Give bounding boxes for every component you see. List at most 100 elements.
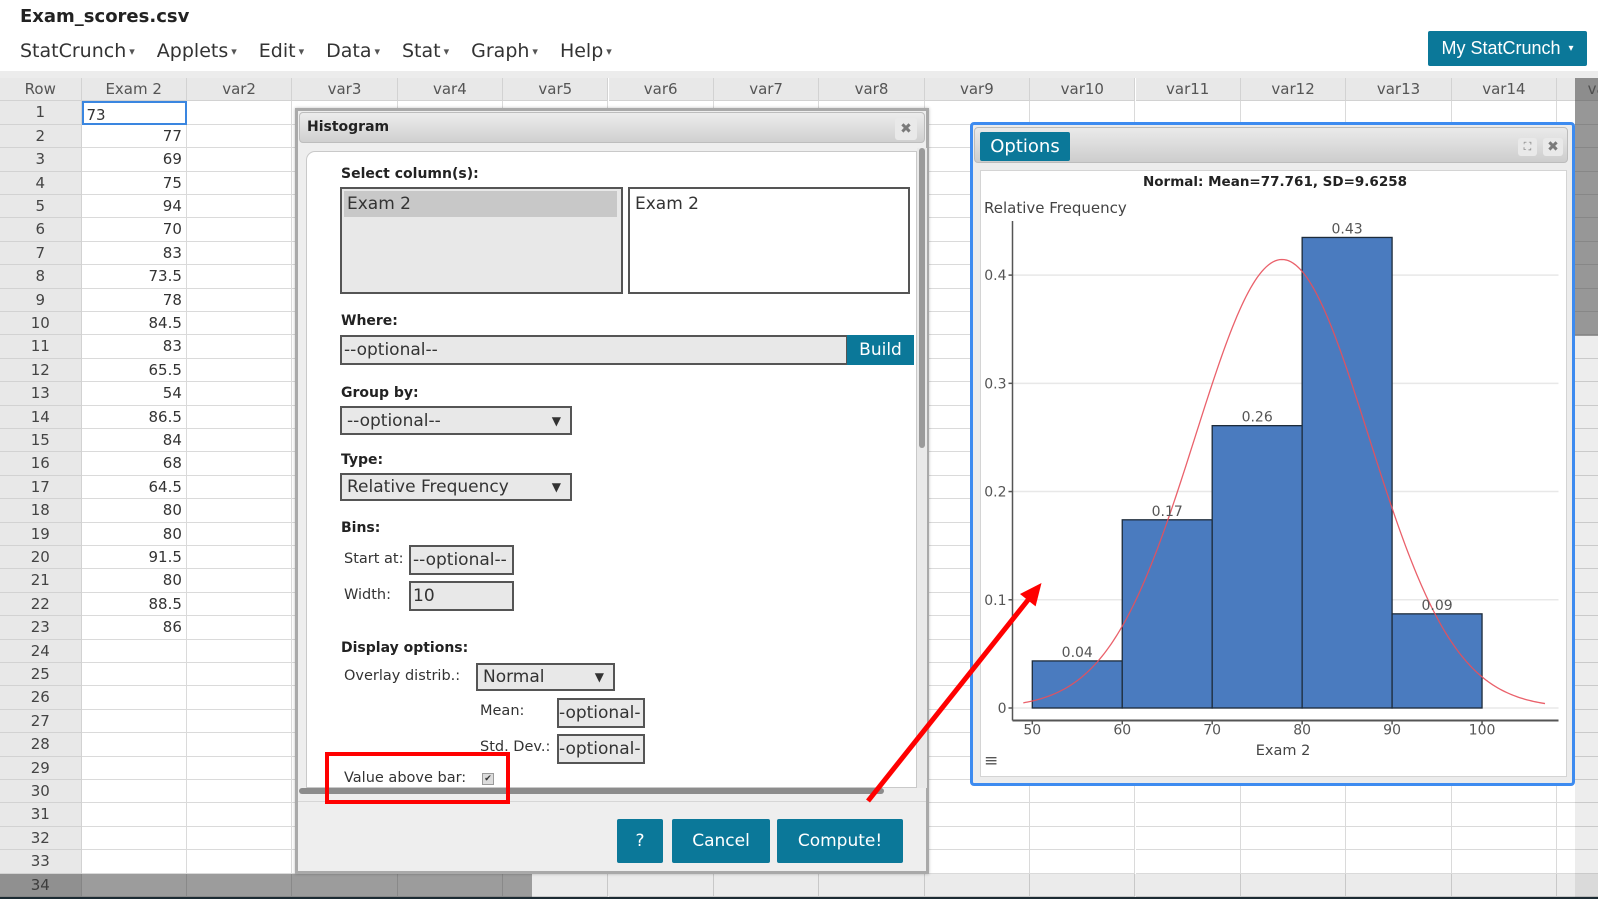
std-dev-input[interactable] [557,734,645,764]
bins-start-input[interactable] [409,545,514,575]
column-header[interactable]: var12 [1240,78,1347,102]
column-header[interactable]: var7 [713,78,820,102]
cell[interactable] [186,429,293,453]
cell[interactable] [186,312,293,336]
cell[interactable] [1346,803,1452,827]
row-number[interactable]: 3 [0,148,82,172]
dialog-titlebar[interactable]: Histogram [299,112,925,143]
cell[interactable] [1240,826,1347,851]
menu-help[interactable]: Help ▾ [560,40,612,62]
cell[interactable] [186,709,293,734]
cell[interactable] [186,101,293,125]
help-button[interactable]: ? [617,819,663,863]
selected-column-option[interactable]: Exam 2 [632,191,904,217]
cell[interactable] [186,241,293,266]
cell[interactable]: 84 [81,429,187,453]
cell[interactable]: 91.5 [81,546,187,570]
column-header[interactable]: var13 [1346,78,1452,102]
column-header[interactable]: Exam 2 [81,78,187,102]
group-by-select[interactable]: --optional-- ▼ [340,406,572,435]
row-number[interactable]: 22 [0,592,82,617]
row-number[interactable]: 24 [0,639,82,663]
column-header[interactable]: var11 [1135,78,1241,102]
row-number[interactable]: 19 [0,522,82,546]
cell[interactable]: 77 [81,124,187,149]
row-number[interactable]: 5 [0,195,82,219]
row-number[interactable]: 29 [0,756,82,780]
cell[interactable] [186,148,293,172]
cell[interactable] [186,733,293,757]
row-number[interactable]: 13 [0,382,82,406]
cell[interactable] [1346,850,1452,874]
compute-button[interactable]: Compute! [777,819,903,863]
cell[interactable] [1135,803,1241,827]
column-header[interactable]: var3 [292,78,398,102]
cell[interactable]: 65.5 [81,358,187,383]
cell[interactable]: 80 [81,522,187,546]
row-number[interactable]: 23 [0,616,82,640]
row-number[interactable]: 18 [0,499,82,523]
column-header[interactable]: var4 [397,78,504,102]
row-number[interactable]: 33 [0,850,82,874]
column-header[interactable]: var2 [186,78,293,102]
cell[interactable] [1346,826,1452,851]
menu-data[interactable]: Data ▾ [326,40,380,62]
cell[interactable] [1030,850,1136,874]
column-header[interactable]: var6 [608,78,714,102]
cell[interactable] [1135,850,1241,874]
cell[interactable] [81,686,187,710]
menu-statcrunch[interactable]: StatCrunch ▾ [20,40,135,62]
selected-columns-listbox[interactable]: Exam 2 [628,187,910,294]
cell[interactable]: 83 [81,335,187,359]
cell[interactable] [186,663,293,687]
cell[interactable] [924,826,1031,851]
row-number[interactable]: 1 [0,101,82,125]
cell[interactable] [1240,803,1347,827]
row-number[interactable]: 27 [0,709,82,734]
cell[interactable] [1030,803,1136,827]
cell[interactable]: 94 [81,195,187,219]
cell[interactable]: 83 [81,241,187,266]
options-button[interactable]: Options [980,132,1070,161]
cell[interactable] [81,733,187,757]
cell[interactable]: 54 [81,382,187,406]
column-header[interactable]: var14 [1451,78,1558,102]
cell[interactable]: 73.5 [81,265,187,289]
row-number[interactable]: 30 [0,780,82,804]
cell[interactable] [186,546,293,570]
cell[interactable] [186,475,293,500]
cell[interactable] [186,592,293,617]
cell[interactable] [81,756,187,780]
row-number[interactable]: 8 [0,265,82,289]
cell[interactable] [186,405,293,429]
cell[interactable] [186,686,293,710]
available-columns-listbox[interactable]: Exam 2 [340,187,623,294]
cell[interactable]: 88.5 [81,592,187,617]
dialog-close-button[interactable]: ✖ [895,118,917,140]
row-number[interactable]: 15 [0,429,82,453]
build-button[interactable]: Build [847,335,914,365]
cell[interactable] [81,780,187,804]
row-number[interactable]: 21 [0,569,82,593]
row-number[interactable]: 16 [0,452,82,476]
menu-graph[interactable]: Graph ▾ [471,40,538,62]
row-number[interactable]: 6 [0,218,82,242]
cell[interactable] [186,195,293,219]
cell[interactable] [186,569,293,593]
cell[interactable] [186,171,293,195]
row-number[interactable]: 10 [0,312,82,336]
cell[interactable] [1135,826,1241,851]
cell[interactable] [186,499,293,523]
my-statcrunch-button[interactable]: My StatCrunch ▾ [1428,31,1587,66]
cell[interactable] [186,288,293,312]
row-number[interactable]: 31 [0,803,82,827]
cell[interactable] [81,663,187,687]
vertical-scrollbar-thumb[interactable] [1575,78,1598,336]
cell[interactable] [186,382,293,406]
row-number[interactable]: 9 [0,288,82,312]
cell[interactable] [186,780,293,804]
cell[interactable] [81,709,187,734]
cell[interactable] [186,335,293,359]
active-cell[interactable]: 73 [81,101,187,125]
row-number[interactable]: 4 [0,171,82,195]
